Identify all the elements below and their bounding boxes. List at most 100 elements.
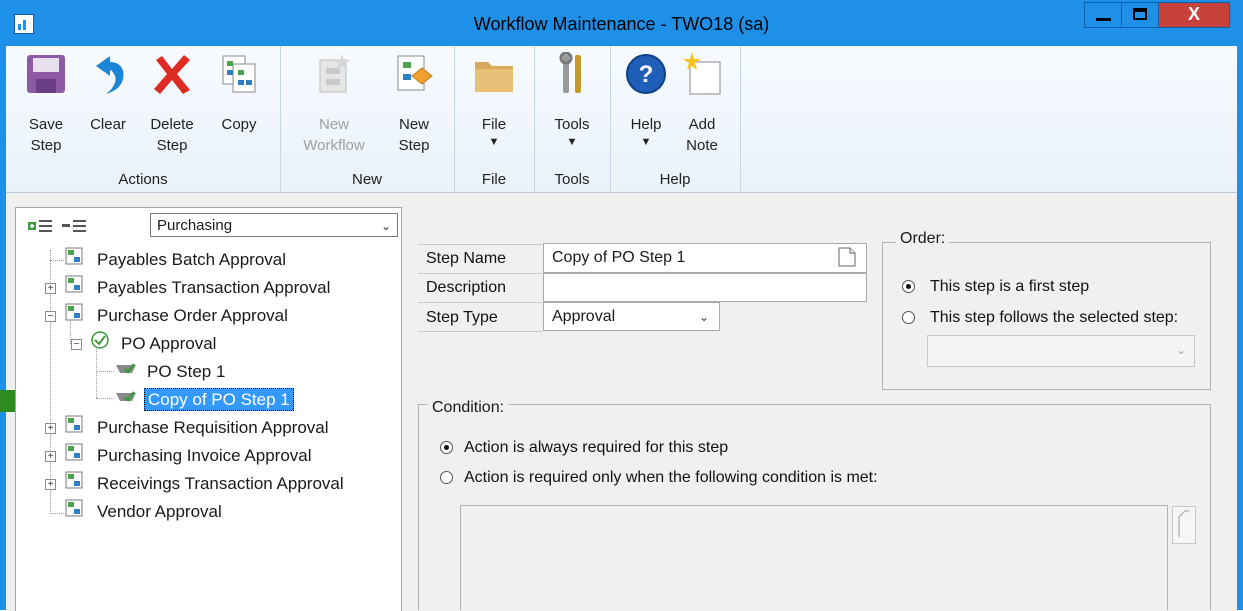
field-divider [418, 273, 542, 274]
tree-item-purchase-order[interactable]: Purchase Order Approval [64, 302, 291, 328]
condition-required-radio[interactable] [440, 471, 453, 484]
add-note-button[interactable]: Add Note [676, 52, 728, 156]
tree-item-po-approval[interactable]: PO Approval [90, 330, 219, 356]
workflow-icon [64, 443, 88, 469]
chevron-down-icon: ⌄ [380, 219, 391, 233]
step-type-select[interactable]: Approval ⌄ [543, 302, 720, 331]
new-workflow-button[interactable]: New Workflow [292, 52, 376, 156]
ribbon-group-label-help: Help [659, 171, 691, 188]
expand-toggle[interactable]: + [45, 451, 56, 462]
tree-connector [96, 398, 114, 399]
always-required-label: Action is always required for this step [464, 439, 729, 456]
window-title: Workflow Maintenance - TWO18 (sa) [473, 14, 770, 34]
condition-required-label: Action is required only when the followi… [464, 469, 878, 486]
description-label: Description [426, 279, 507, 296]
order-title: Order: [896, 230, 950, 248]
condition-editor-button[interactable] [1172, 506, 1196, 544]
workflow-icon [64, 471, 88, 497]
expand-toggle[interactable]: + [45, 423, 56, 434]
tree-item-receivings-transaction[interactable]: Receivings Transaction Approval [64, 470, 347, 496]
module-select[interactable]: Purchasing ⌄ [150, 213, 398, 237]
ribbon-group-label-tools: Tools [554, 171, 590, 188]
tree-item-copy-of-po-step-1[interactable]: Copy of PO Step 1 [114, 386, 294, 412]
help-dropdown-icon: ▼ [640, 136, 652, 148]
ribbon-group-actions: Save Step Clear Delete Step Copy Actions [6, 46, 281, 192]
new-step-button[interactable]: New Step [388, 52, 440, 156]
tools-icon [550, 51, 594, 96]
field-divider [418, 302, 542, 303]
add-note-icon [680, 52, 724, 96]
tree-connector [50, 260, 64, 261]
chevron-down-icon: ⌄ [1175, 343, 1186, 357]
field-divider [418, 331, 542, 332]
new-step-icon [392, 52, 436, 96]
tree-item-purchase-requisition[interactable]: Purchase Requisition Approval [64, 414, 332, 440]
always-required-radio[interactable] [440, 441, 453, 454]
copy-workflow-icon [217, 52, 261, 96]
follows-step-radio[interactable] [902, 311, 915, 324]
tree-item-payables-batch[interactable]: Payables Batch Approval [64, 246, 289, 272]
description-field[interactable] [543, 273, 867, 302]
help-menu-button[interactable]: ? Help ▼ [620, 52, 672, 149]
preceding-step-select[interactable]: ⌄ [927, 335, 1195, 367]
tools-dropdown-icon: ▼ [566, 136, 578, 148]
copy-button[interactable]: Copy [214, 52, 264, 135]
tree-connector [50, 513, 64, 514]
workflow-icon [64, 415, 88, 441]
expand-all-icon[interactable] [28, 218, 54, 236]
help-icon: ? [624, 52, 668, 96]
tools-menu-button[interactable]: Tools ▼ [546, 51, 598, 149]
new-workflow-icon [312, 52, 356, 96]
tree-toolbar [28, 216, 108, 240]
first-step-radio[interactable] [902, 280, 915, 293]
ribbon-group-help: ? Help ▼ Add Note Help [610, 46, 741, 192]
save-step-button[interactable]: Save Step [22, 52, 70, 156]
edit-icon [1178, 510, 1189, 537]
maximize-button[interactable] [1121, 2, 1159, 28]
first-step-label: This step is a first step [930, 278, 1090, 295]
expand-toggle[interactable]: + [45, 479, 56, 490]
ribbon-group-label-new: New [351, 171, 382, 188]
ribbon-group-file: File ▼ File [454, 46, 535, 192]
checkmark-icon [90, 330, 112, 358]
step-type-label: Step Type [426, 309, 498, 326]
tree-connector [96, 371, 114, 372]
note-icon[interactable] [838, 247, 856, 267]
workflow-icon [64, 499, 88, 525]
delete-icon [150, 52, 194, 96]
close-button[interactable]: X [1158, 2, 1230, 28]
workflow-icon [64, 247, 88, 273]
tree-item-po-step-1[interactable]: PO Step 1 [114, 358, 228, 384]
clear-button[interactable]: Clear [86, 52, 130, 135]
ribbon-group-new: New Workflow New Step New [280, 46, 455, 192]
tree-item-payables-transaction[interactable]: Payables Transaction Approval [64, 274, 333, 300]
tree-item-purchasing-invoice[interactable]: Purchasing Invoice Approval [64, 442, 315, 468]
undo-icon [86, 52, 130, 96]
field-divider [418, 244, 542, 245]
step-icon [114, 387, 138, 413]
svg-text:?: ? [639, 61, 654, 88]
collapse-toggle[interactable]: − [71, 339, 82, 350]
step-name-field[interactable]: Copy of PO Step 1 [543, 243, 867, 273]
condition-expression-area[interactable] [460, 505, 1168, 610]
file-menu-button[interactable]: File ▼ [468, 52, 520, 149]
collapse-all-icon[interactable] [62, 218, 88, 236]
delete-step-button[interactable]: Delete Step [144, 52, 200, 156]
collapse-toggle[interactable]: − [45, 311, 56, 322]
condition-title: Condition: [428, 399, 509, 417]
tree-item-vendor-approval[interactable]: Vendor Approval [64, 498, 225, 524]
ribbon: Save Step Clear Delete Step Copy Actions… [6, 46, 1237, 193]
folder-icon [472, 52, 516, 96]
file-dropdown-icon: ▼ [488, 136, 500, 148]
workflow-tree-pane: Purchasing ⌄ + − − + + + Payables Batch … [15, 207, 402, 611]
expand-toggle[interactable]: + [45, 283, 56, 294]
chevron-down-icon: ⌄ [698, 310, 709, 324]
title-bar: Workflow Maintenance - TWO18 (sa) X [0, 0, 1243, 46]
ribbon-group-tools: Tools ▼ Tools [534, 46, 611, 192]
step-icon [114, 359, 138, 385]
workflow-icon [64, 303, 88, 329]
minimize-button[interactable] [1084, 2, 1122, 28]
workflow-icon [64, 275, 88, 301]
ribbon-group-label-actions: Actions [118, 171, 168, 188]
step-name-label: Step Name [426, 250, 507, 267]
